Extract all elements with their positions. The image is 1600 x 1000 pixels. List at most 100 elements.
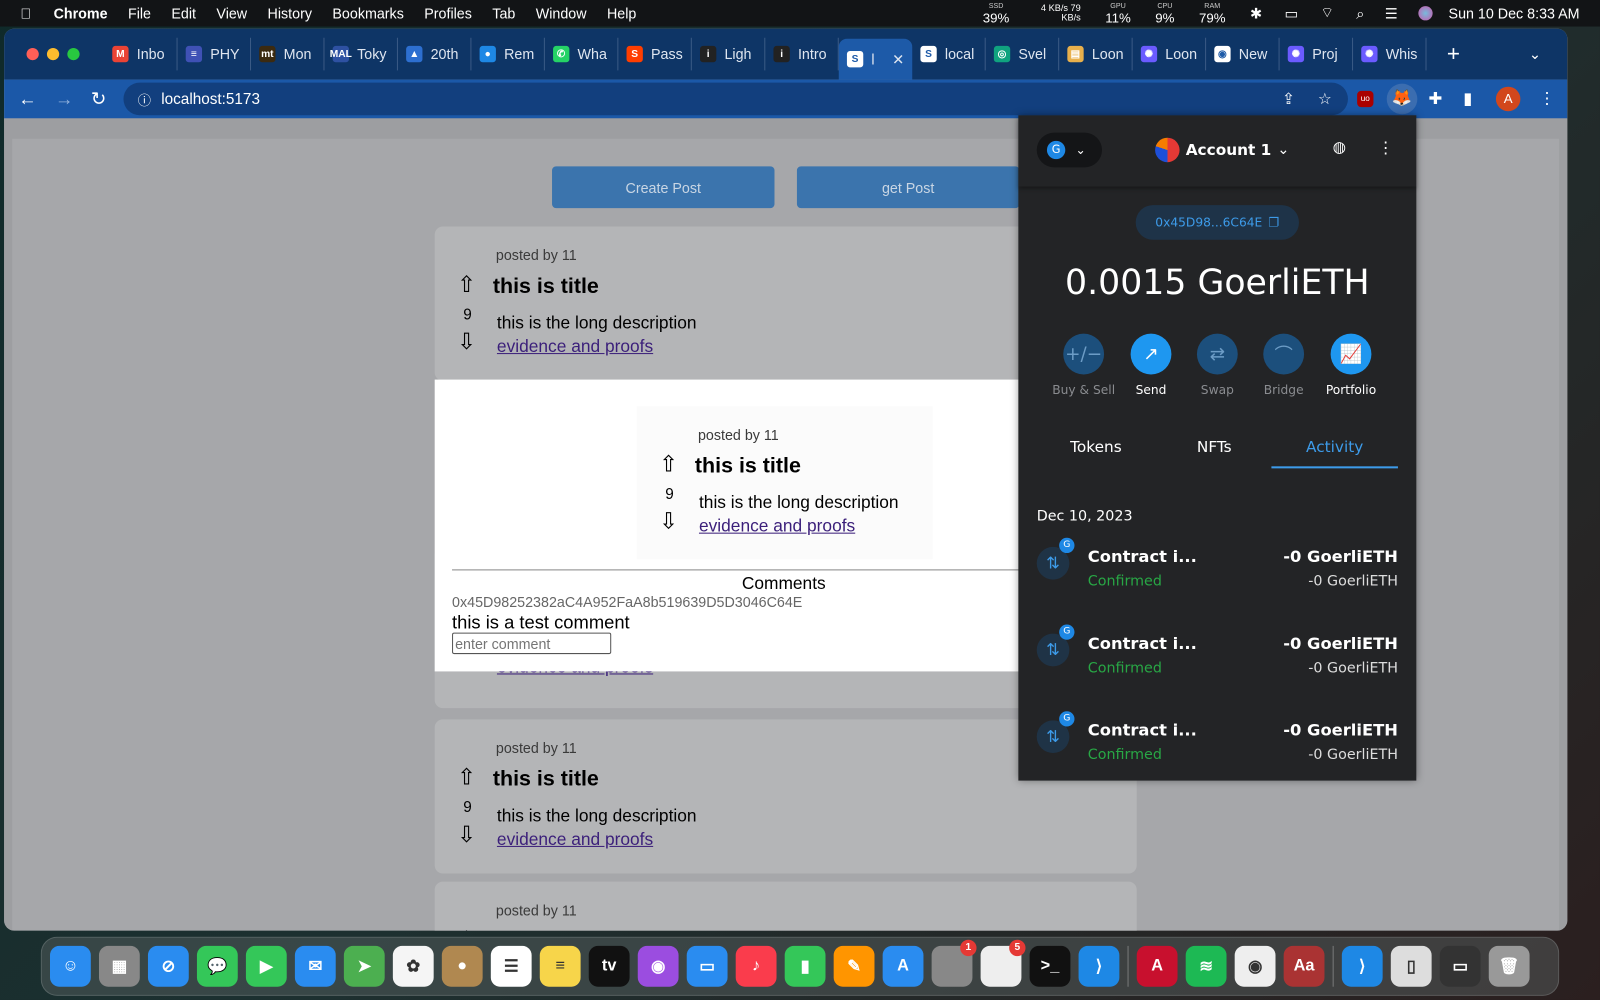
dock-mail-icon[interactable]: ✉ — [294, 945, 336, 987]
apple-icon[interactable]:  — [20, 5, 31, 21]
browser-tab[interactable]: ▤ Loon — [1059, 37, 1133, 71]
transaction-row[interactable]: ⇅ G Contract i... Confirmed -0 GoerliETH -0 G… — [1036, 624, 1398, 692]
browser-tab[interactable]: ≡ PHY — [178, 37, 252, 71]
upvote-arrow-icon[interactable]: ⇧ — [457, 271, 476, 298]
tab-nfts[interactable]: NFTs — [1153, 438, 1275, 467]
browser-tab[interactable]: S Pass — [618, 37, 692, 71]
browser-tab[interactable]: Slocal — [912, 37, 986, 71]
wifi-off-icon[interactable]: ⌔ — [1320, 4, 1333, 22]
dock-app-store-icon[interactable]: A — [882, 945, 924, 987]
dock-spotify-icon[interactable]: ≋ — [1185, 945, 1227, 987]
browser-tab[interactable]: ✆ Wha — [545, 37, 619, 71]
connected-sites-icon[interactable]: ◍ — [1333, 138, 1346, 156]
tab-search-chevron-icon[interactable]: ⌄ — [1529, 45, 1541, 62]
ublock-extension-icon[interactable]: uo — [1357, 90, 1374, 108]
bookmark-star-icon[interactable]: ☆ — [1318, 90, 1332, 108]
dock-contacts-icon[interactable]: ● — [441, 945, 483, 987]
tab-tokens[interactable]: Tokens — [1035, 438, 1157, 467]
control-center-icon[interactable]: ☰ — [1385, 5, 1398, 22]
browser-tab[interactable]: ◉ New — [1206, 37, 1280, 71]
metamask-extension-icon[interactable]: 🦊 — [1386, 83, 1418, 115]
back-button[interactable]: ← — [18, 88, 36, 109]
evidence-link[interactable]: evidence and proofs — [699, 516, 855, 536]
dock-safari-icon[interactable]: ⊘ — [147, 945, 189, 987]
dock-system-settings-icon[interactable]: 1 — [931, 939, 977, 987]
network-selector[interactable]: G ⌄ — [1036, 132, 1103, 168]
tab-activity[interactable]: Activity — [1271, 438, 1398, 469]
upvote-arrow-icon[interactable]: ⇧ — [659, 451, 678, 478]
upvote-arrow-icon[interactable]: ⇧ — [457, 764, 476, 791]
reload-button[interactable]: ↻ — [91, 88, 106, 109]
dock-autocad-icon[interactable]: A — [1136, 945, 1178, 987]
close-window-button[interactable] — [26, 47, 39, 61]
browser-tab[interactable]: Sl ✕ — [838, 38, 913, 80]
dock-microsoft-icon[interactable]: 5 — [980, 939, 1026, 987]
dock-tv-icon[interactable]: tv — [588, 945, 630, 987]
browser-tab[interactable]: M Inbo — [104, 37, 178, 71]
dock-facetime-icon[interactable]: ▶ — [245, 945, 287, 987]
dock-reminders-icon[interactable]: ☰ — [490, 945, 532, 987]
profile-avatar[interactable]: A — [1495, 86, 1521, 112]
dock-notes-icon[interactable]: ≡ — [539, 945, 581, 987]
action-bridge-button[interactable]: ⌒ — [1263, 333, 1305, 375]
transaction-row[interactable]: ⇅ G Contract i... Confirmed -0 GoerliETH -0 G… — [1036, 711, 1398, 778]
dock-chrome-icon[interactable]: ◉ — [1234, 945, 1276, 987]
dock-finder-icon[interactable]: ☺ — [49, 945, 91, 987]
browser-tab[interactable]: i Ligh — [692, 37, 766, 71]
new-tab-button[interactable]: + — [1447, 41, 1460, 68]
transaction-row[interactable]: ⇅ G Contract i... Confirmed -0 GoerliETH -0 G… — [1036, 537, 1398, 605]
dock-keynote-icon[interactable]: ▭ — [686, 945, 728, 987]
close-tab-icon[interactable]: ✕ — [892, 51, 904, 68]
menu-window[interactable]: Window — [536, 5, 587, 21]
dock-pages-icon[interactable]: ✎ — [833, 945, 875, 987]
browser-tab[interactable]: ✺ Whis — [1353, 37, 1427, 71]
extensions-puzzle-icon[interactable]: ✚ — [1429, 89, 1443, 109]
clock[interactable]: Sun 10 Dec 8:33 AM — [1449, 5, 1580, 21]
account-options-icon[interactable]: ⋮ — [1378, 138, 1394, 157]
action-buy-sell-button[interactable]: +/− — [1063, 333, 1105, 375]
menu-bookmarks[interactable]: Bookmarks — [332, 5, 403, 21]
dock-maps-icon[interactable]: ➤ — [343, 945, 385, 987]
side-panel-icon[interactable]: ▮ — [1463, 89, 1472, 109]
account-selector[interactable]: Account 1 ⌄ — [1155, 137, 1289, 163]
upvote-arrow-icon[interactable]: ⇧ — [457, 927, 476, 931]
browser-tab[interactable]: ◎ Svel — [986, 37, 1060, 71]
address-bar[interactable]: ⓘ localhost:5173 ⇪ ☆ — [123, 82, 1348, 116]
action-portfolio-button[interactable]: 📈 — [1330, 333, 1372, 375]
menu-tab[interactable]: Tab — [492, 5, 515, 21]
dock-podcasts-icon[interactable]: ◉ — [637, 945, 679, 987]
dock-vscode-2-icon[interactable]: ⟩ — [1341, 945, 1383, 987]
browser-tab[interactable]: ✺ Loon — [1133, 37, 1207, 71]
browser-tab[interactable]: MAL Toky — [324, 37, 398, 71]
minimize-window-button[interactable] — [46, 47, 60, 61]
menu-edit[interactable]: Edit — [171, 5, 196, 21]
address-copy-button[interactable]: 0x45D98...6C64E ❐ — [1135, 205, 1299, 240]
browser-tab[interactable]: i Intro — [765, 37, 839, 71]
get-post-button[interactable]: get Post — [796, 166, 1020, 209]
dock-folder-icon[interactable]: ▭ — [1439, 945, 1481, 987]
downvote-arrow-icon[interactable]: ⇩ — [659, 508, 678, 535]
battery-icon[interactable]: ▭ — [1284, 5, 1298, 22]
share-icon[interactable]: ⇪ — [1282, 90, 1295, 108]
action-send-button[interactable]: ↗ — [1130, 333, 1172, 375]
menu-profiles[interactable]: Profiles — [424, 5, 472, 21]
siri-icon[interactable] — [1417, 6, 1433, 21]
dock-numbers-icon[interactable]: ▮ — [784, 945, 826, 987]
dock-trash-icon[interactable]: 🗑 — [1488, 945, 1530, 987]
create-post-button[interactable]: Create Post — [552, 166, 775, 209]
action-swap-button[interactable]: ⇄ — [1196, 333, 1238, 375]
bluetooth-icon[interactable]: ✱ — [1250, 5, 1262, 22]
spotlight-icon[interactable]: ⌕ — [1356, 5, 1364, 22]
chrome-menu-icon[interactable]: ⋮ — [1539, 89, 1555, 109]
menu-help[interactable]: Help — [607, 5, 636, 21]
dock-terminal-icon[interactable]: >_ — [1029, 945, 1071, 987]
dock-dictionary-icon[interactable]: Aa — [1283, 945, 1325, 987]
dock-html-file-icon[interactable]: ▯ — [1390, 945, 1432, 987]
menu-history[interactable]: History — [268, 5, 312, 21]
browser-tab[interactable]: ● Rem — [471, 37, 545, 71]
site-info-icon[interactable]: ⓘ — [138, 89, 151, 108]
menu-app-name[interactable]: Chrome — [54, 5, 108, 21]
menu-file[interactable]: File — [128, 5, 151, 21]
url-text[interactable]: localhost:5173 — [161, 90, 260, 107]
dock-photos-icon[interactable]: ✿ — [392, 945, 434, 987]
